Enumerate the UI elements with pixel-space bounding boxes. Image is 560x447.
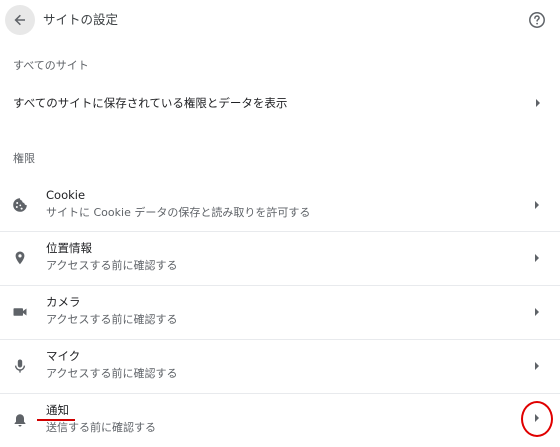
- row-divider: [0, 339, 560, 340]
- bell-icon: [12, 412, 28, 428]
- permission-title: 通知: [46, 403, 69, 417]
- permission-subtitle: アクセスする前に確認する: [46, 313, 178, 326]
- cookie-icon: [12, 197, 28, 213]
- all-sites-row[interactable]: すべてのサイトに保存されている権限とデータを表示: [0, 84, 560, 122]
- permission-row-camera[interactable]: カメラ アクセスする前に確認する: [0, 285, 560, 338]
- chevron-right-icon: [535, 308, 539, 316]
- page-title: サイトの設定: [43, 12, 119, 27]
- permission-title: Cookie: [46, 188, 86, 202]
- chevron-right-icon: [535, 362, 539, 370]
- permission-row-notifications[interactable]: 通知 送信する前に確認する: [0, 393, 560, 446]
- page-header: サイトの設定: [0, 0, 560, 40]
- annotation-underline: [37, 419, 75, 421]
- permission-subtitle: サイトに Cookie データの保存と読み取りを許可する: [46, 206, 311, 219]
- help-circle-icon: [529, 12, 545, 28]
- annotation-circle: [521, 401, 553, 437]
- permission-title: マイク: [46, 349, 81, 363]
- row-divider: [0, 285, 560, 286]
- permission-title: カメラ: [46, 295, 81, 309]
- permission-row-location[interactable]: 位置情報 アクセスする前に確認する: [0, 231, 560, 284]
- section-label-all-sites: すべてのサイト: [13, 59, 89, 72]
- permission-subtitle: アクセスする前に確認する: [46, 259, 178, 272]
- permission-subtitle: 送信する前に確認する: [46, 421, 156, 434]
- all-sites-row-label: すべてのサイトに保存されている権限とデータを表示: [13, 96, 288, 110]
- microphone-icon: [12, 358, 28, 374]
- help-button[interactable]: [528, 11, 546, 29]
- location-pin-icon: [12, 250, 28, 266]
- permission-row-microphone[interactable]: マイク アクセスする前に確認する: [0, 339, 560, 392]
- row-divider: [0, 231, 560, 232]
- row-divider: [0, 393, 560, 394]
- arrow-left-icon: [14, 14, 25, 26]
- permission-row-cookie[interactable]: Cookie サイトに Cookie データの保存と読み取りを許可する: [0, 178, 560, 231]
- camera-icon: [12, 304, 28, 320]
- chevron-right-icon: [535, 254, 539, 262]
- section-label-permissions: 権限: [13, 152, 35, 165]
- chevron-right-icon: [535, 201, 539, 209]
- permission-title: 位置情報: [46, 241, 92, 255]
- permission-subtitle: アクセスする前に確認する: [46, 367, 178, 380]
- back-button[interactable]: [5, 5, 35, 35]
- chevron-right-icon: [536, 99, 540, 107]
